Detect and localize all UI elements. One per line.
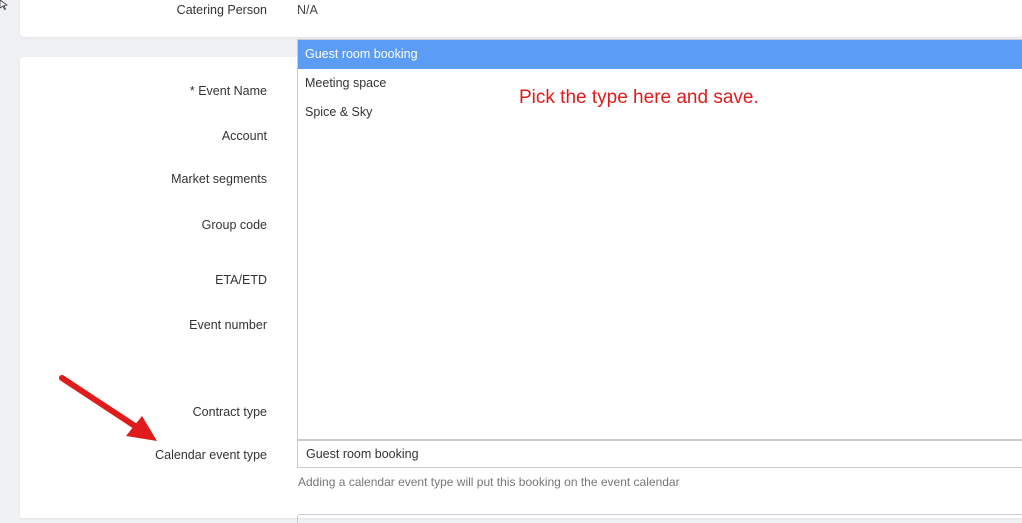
- mouse-cursor-icon: [0, 0, 9, 10]
- eta-etd-label: ETA/ETD: [215, 273, 267, 287]
- group-code-label: Group code: [201, 218, 267, 232]
- catering-card: Catering Person N/A: [20, 0, 1022, 37]
- calendar-help-text: Adding a calendar event type will put th…: [298, 475, 680, 489]
- annotation-text: Pick the type here and save.: [519, 87, 759, 108]
- option-guest-room-booking[interactable]: Guest room booking: [298, 40, 1022, 69]
- catering-person-label: Catering Person: [176, 3, 267, 17]
- calendar-event-type-select[interactable]: Guest room booking: [297, 440, 1022, 468]
- catering-person-value: N/A: [297, 3, 318, 17]
- event-number-label: Event number: [189, 318, 267, 332]
- event-name-label: * Event Name: [189, 84, 267, 98]
- account-label: Account: [221, 129, 267, 143]
- red-arrow-annotation: [59, 375, 157, 441]
- market-segments-label: Market segments: [171, 172, 267, 186]
- calendar-event-type-label: Calendar event type: [155, 448, 267, 462]
- next-field-input[interactable]: [297, 514, 1022, 523]
- contract-type-label: Contract type: [192, 405, 267, 419]
